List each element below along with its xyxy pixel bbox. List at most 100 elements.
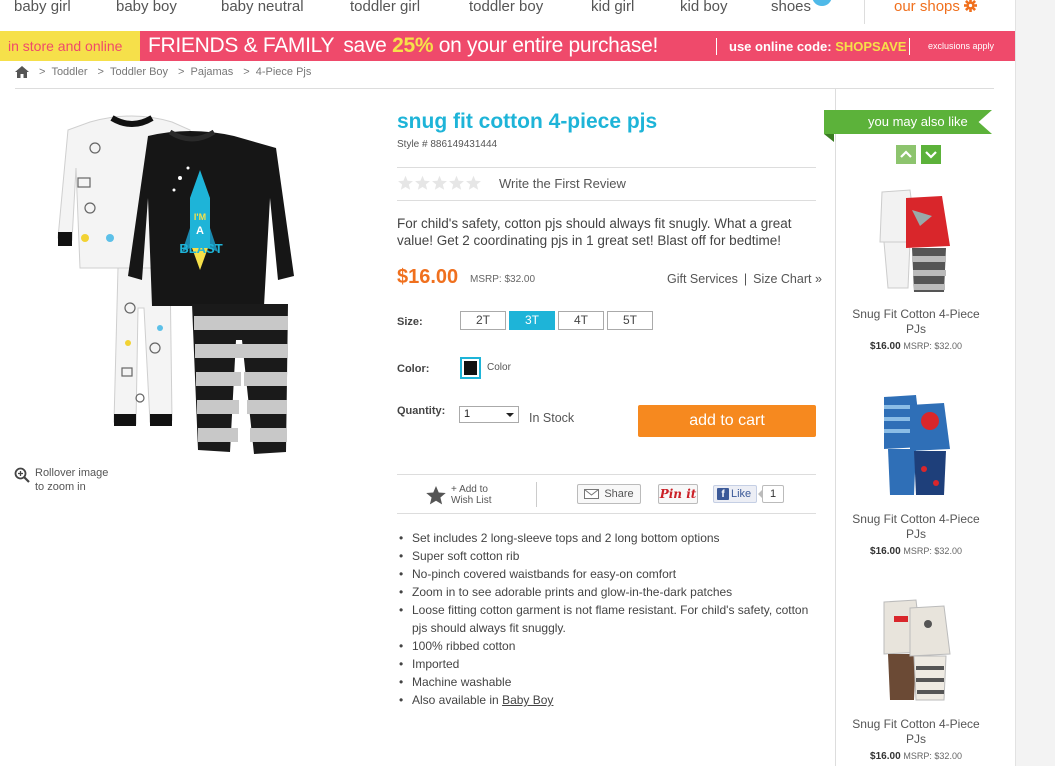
promo-percent: 25% [392,34,434,57]
pin-it-button[interactable]: Pin it [658,484,698,504]
you-may-also-like-header: you may also like [824,110,992,134]
breadcrumb-toddler-boy[interactable]: Toddler Boy [110,66,168,78]
home-icon[interactable] [15,66,29,78]
product-title: snug fit cotton 4-piece pjs [397,110,658,133]
star-empty-icon [449,175,464,190]
quantity-select[interactable]: 1 [459,406,519,423]
rating: Write the First Review [397,175,626,191]
share-button[interactable]: Share [577,484,641,504]
zoom-hint-text: Rollover image to zoom in [35,467,109,493]
add-to-cart-button[interactable]: add to cart [638,405,816,437]
product-msrp: MSRP: $32.00 [470,274,536,285]
striped-pants [192,304,288,454]
nav-baby-neutral[interactable]: baby neutral [221,0,304,15]
nav-baby-girl[interactable]: baby girl [14,0,71,15]
breadcrumb: > Toddler > Toddler Boy > Pajamas > 4-Pi… [15,66,311,78]
list-item: Super soft cotton rib [397,547,822,565]
chevron-down-icon [506,413,514,417]
recommended-product[interactable]: Snug Fit Cotton 4-Piece PJs $16.00 MSRP:… [848,596,984,762]
star-empty-icon [432,175,447,190]
rec-msrp: MSRP: $32.00 [903,751,962,761]
promo-code: use online code: SHOPSAVE [729,39,906,54]
breadcrumb-pajamas[interactable]: Pajamas [190,66,233,78]
product-description: For child's safety, cotton pjs should al… [397,216,792,248]
list-item: 100% ribbed cotton [397,637,822,655]
breadcrumb-toddler[interactable]: Toddler [51,66,87,78]
nav-kid-boy[interactable]: kid boy [680,0,728,15]
recommended-product[interactable]: Snug Fit Cotton 4-Piece PJs $16.00 MSRP:… [848,391,984,557]
list-item: Machine washable [397,673,822,691]
nav-toddler-boy[interactable]: toddler boy [469,0,543,15]
scroll-down-button[interactable] [921,145,941,164]
size-option-5t[interactable]: 5T [607,311,653,330]
size-option-2t[interactable]: 2T [460,311,506,330]
recommended-product-name: Snug Fit Cotton 4-Piece PJs [852,512,980,541]
promo-code-value: SHOPSAVE [835,39,907,54]
nav-shoes[interactable]: shoes [771,0,811,15]
scrollbar[interactable] [1015,0,1055,766]
quantity-label: Quantity: [397,405,446,417]
like-count: 1 [758,485,784,503]
color-swatch[interactable] [460,357,481,379]
zoom-icon [14,467,30,483]
ribbon-fold [824,134,834,142]
svg-text:BLAST: BLAST [179,241,222,256]
recommended-product-image [883,599,951,701]
scroll-up-button[interactable] [896,145,916,164]
zoom-hint: Rollover image to zoom in [14,466,115,494]
breadcrumb-separator: > [97,66,104,78]
list-item: Set includes 2 long-sleeve tops and 2 lo… [397,529,822,547]
wish-list-label: + Add to Wish List [451,484,492,506]
rec-price: $16.00 [870,546,901,557]
divider [397,167,816,168]
rec-price: $16.00 [870,751,901,762]
product-image[interactable]: I'M A BLAST [50,108,310,460]
our-shops-menu[interactable]: our shops [894,0,978,15]
rec-msrp: MSRP: $32.00 [903,546,962,556]
star-empty-icon [415,175,430,190]
promo-exclusions-link[interactable]: exclusions apply [928,41,994,51]
breadcrumb-current: 4-Piece Pjs [255,66,312,78]
nav-kid-girl[interactable]: kid girl [591,0,634,15]
size-chart-link[interactable]: Size Chart » [753,272,822,286]
also-available-prefix: Also available in [412,693,499,707]
promo-save: save [343,34,387,57]
recommended-product[interactable]: Snug Fit Cotton 4-Piece PJs $16.00 MSRP:… [848,186,984,352]
color-label: Color: [397,363,430,375]
recommended-product-price: $16.00 MSRP: $32.00 [848,341,984,352]
breadcrumb-separator: > [178,66,185,78]
list-item: No-pinch covered waistbands for easy-on … [397,565,822,583]
recommended-product-price: $16.00 MSRP: $32.00 [848,546,984,557]
nav-divider [864,0,865,24]
recommended-product-name: Snug Fit Cotton 4-Piece PJs [852,307,980,336]
feature-list: Set includes 2 long-sleeve tops and 2 lo… [397,529,822,709]
color-name: Color [487,362,511,373]
baby-boy-link[interactable]: Baby Boy [502,693,553,707]
facebook-icon: f [717,488,729,500]
quantity-value: 1 [464,408,471,420]
size-option-4t[interactable]: 4T [558,311,604,330]
write-review-link[interactable]: Write the First Review [499,176,626,191]
promo-in-store: in store and online [0,31,140,61]
add-to-wish-list-button[interactable]: + Add to Wish List [425,484,511,506]
rec-msrp: MSRP: $32.00 [903,341,962,351]
promo-headline: FRIENDS & FAMILY save 25% on your entire… [148,34,658,58]
link-separator: | [743,272,748,286]
svg-text:I'M: I'M [194,212,206,222]
recommended-product-name: Snug Fit Cotton 4-Piece PJs [852,717,980,746]
chevron-down-icon [925,151,937,159]
size-label: Size: [397,316,423,328]
promo-rest: on your entire purchase! [438,34,659,57]
list-item: Imported [397,655,822,673]
size-option-3t[interactable]: 3T [509,311,555,330]
nav-toddler-girl[interactable]: toddler girl [350,0,420,15]
promo-banner[interactable]: in store and online FRIENDS & FAMILY sav… [0,31,1015,61]
promo-separator [909,38,910,55]
facebook-like-button[interactable]: f Like [713,485,757,503]
breadcrumb-separator: > [243,66,250,78]
gift-services-link[interactable]: Gift Services [667,272,738,286]
nav-baby-boy[interactable]: baby boy [116,0,177,15]
star-icon [426,485,446,504]
rec-price: $16.00 [870,341,901,352]
product-price: $16.00 [397,266,459,288]
